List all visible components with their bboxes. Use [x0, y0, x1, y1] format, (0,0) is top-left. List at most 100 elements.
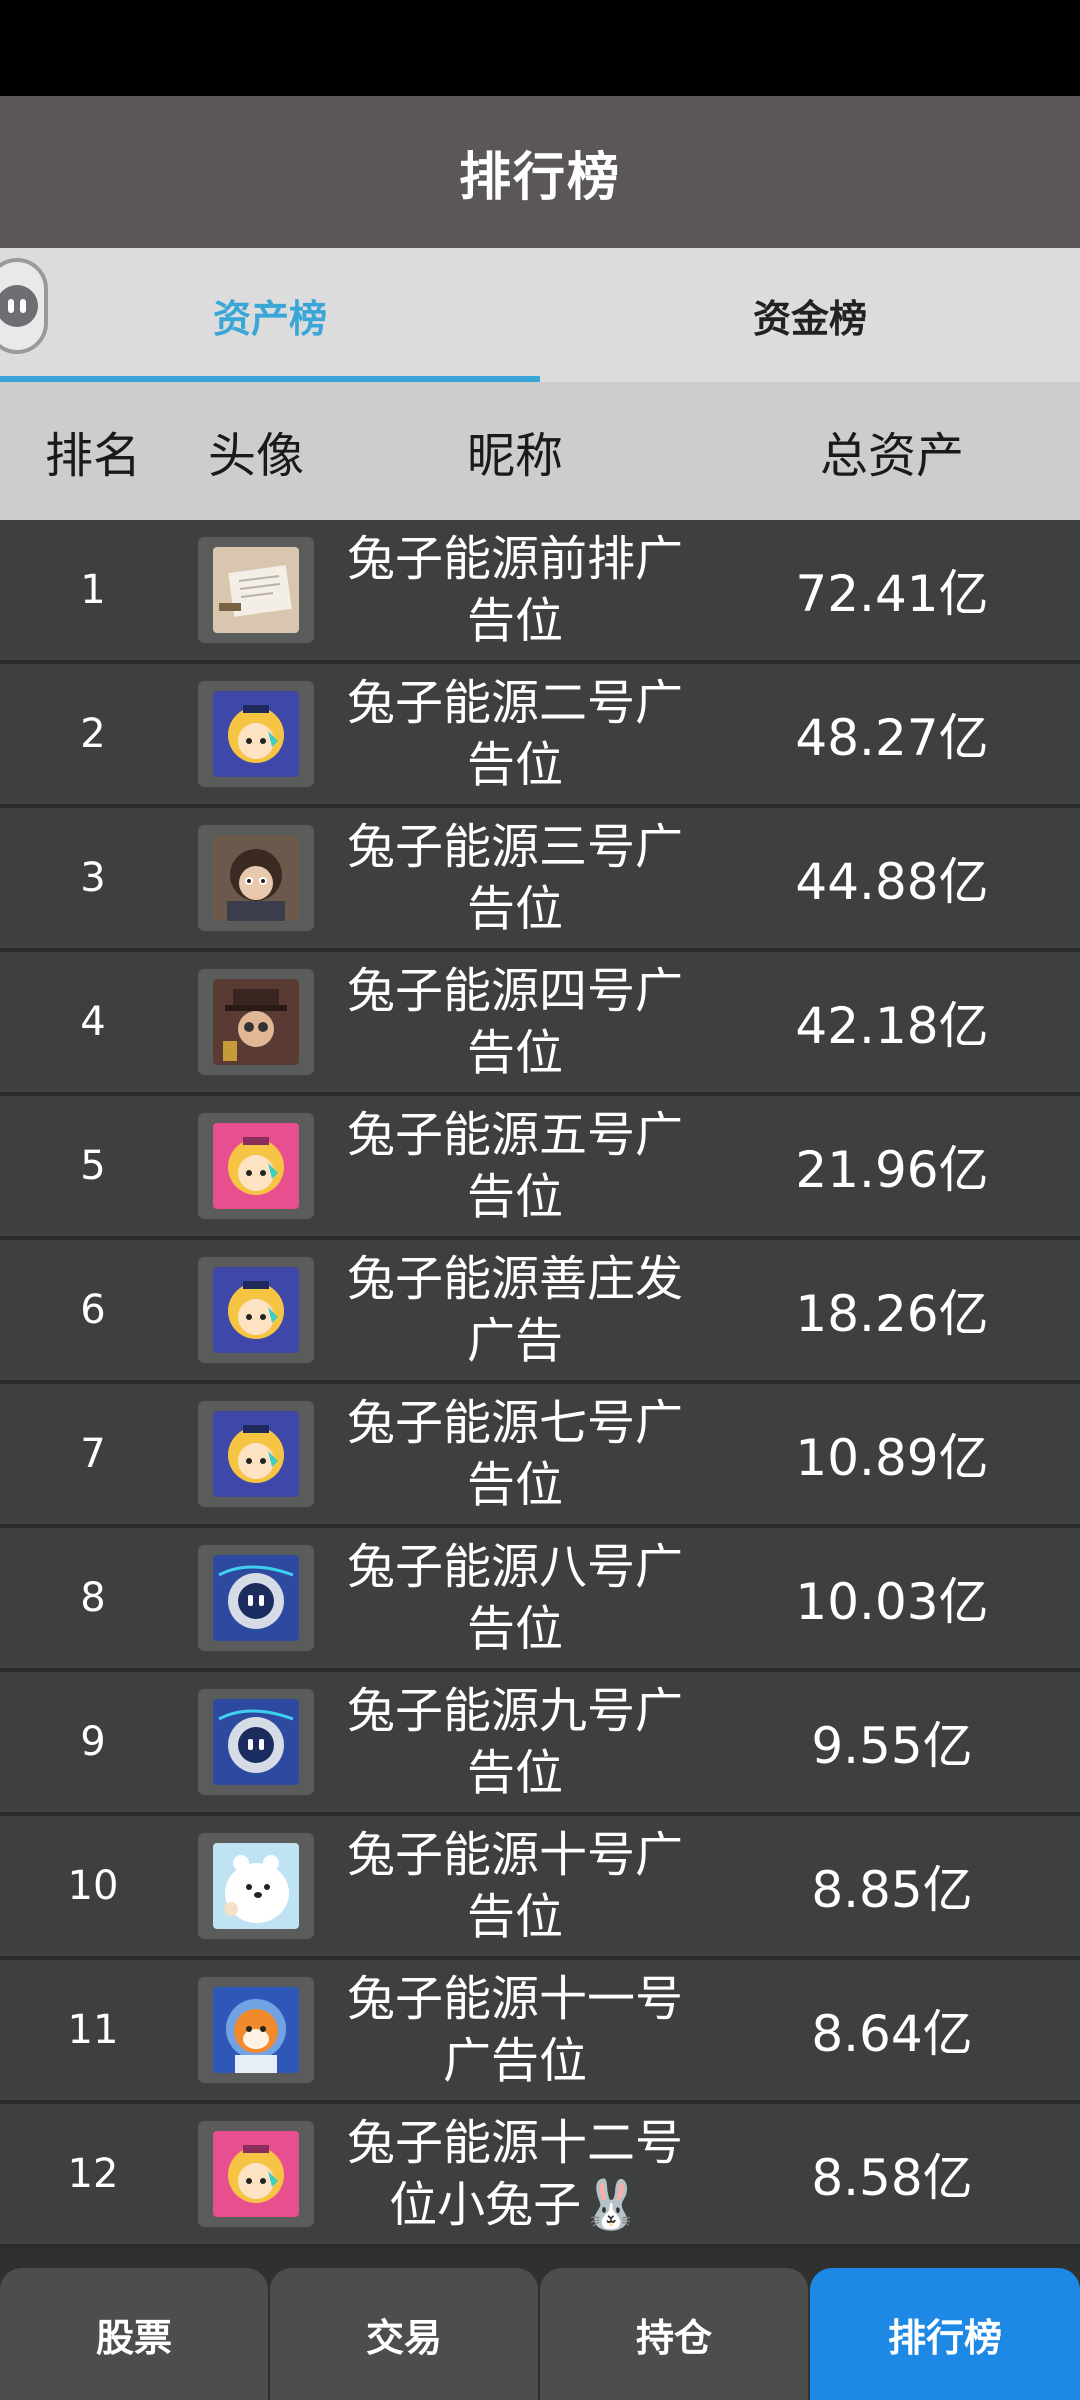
avatar[interactable]	[186, 1384, 326, 1524]
avatar[interactable]	[186, 1528, 326, 1668]
nickname: 兔子能源三号广 告位	[326, 808, 704, 948]
rank-number: 4	[80, 999, 106, 1045]
nickname-line-1: 兔子能源善庄发	[346, 1251, 683, 1307]
header-nickname: 昵称	[466, 428, 563, 484]
table-row[interactable]: 8 兔子能源八号广 告位 10.03亿	[0, 1528, 1080, 1672]
rank-number: 12	[67, 2151, 119, 2197]
table-row[interactable]: 4 兔子能源四号广 告位 42.18亿	[0, 952, 1080, 1096]
nickname-line-2: 告位	[466, 1745, 563, 1801]
avatar-frame	[198, 1545, 314, 1651]
rank-number: 3	[80, 855, 106, 901]
nickname-line-1: 兔子能源十二号	[346, 2115, 683, 2171]
floating-assistant-bubble[interactable]	[0, 258, 48, 354]
tab-funds[interactable]: 资金榜	[540, 248, 1080, 382]
nickname-line-2: 告位	[466, 1457, 563, 1513]
header-total-assets: 总资产	[819, 428, 964, 484]
tab-assets[interactable]: 资产榜	[0, 248, 540, 382]
white-bear-avatar	[213, 1843, 299, 1929]
table-row[interactable]: 3 兔子能源三号广 告位 44.88亿	[0, 808, 1080, 952]
nickname: 兔子能源十一号 广告位	[326, 1960, 704, 2100]
rank-number: 7	[80, 1431, 106, 1477]
table-row[interactable]: 1 兔子能源前排广 告位 72.41亿	[0, 520, 1080, 664]
app-header: 排行榜	[0, 96, 1080, 248]
nickname: 兔子能源十号广 告位	[326, 1816, 704, 1956]
nickname: 兔子能源五号广 告位	[326, 1096, 704, 1236]
nickname-line-2: 告位	[466, 1169, 563, 1225]
rank-number: 10	[67, 1863, 119, 1909]
nav-label: 持仓	[635, 2315, 712, 2360]
nav-leaderboard[interactable]: 排行榜	[810, 2268, 1080, 2400]
nickname-line-1: 兔子能源二号广	[346, 675, 683, 731]
table-row[interactable]: 10 兔子能源十号广 告位 8.85亿	[0, 1816, 1080, 1960]
total-assets-value: 48.27亿	[795, 709, 989, 767]
avatar[interactable]	[186, 1672, 326, 1812]
nickname-line-2: 告位	[466, 1889, 563, 1945]
total-assets-value: 42.18亿	[795, 997, 989, 1055]
table-row[interactable]: 5 兔子能源五号广 告位 21.96亿	[0, 1096, 1080, 1240]
avatar[interactable]	[186, 1960, 326, 2100]
table-row[interactable]: 2 兔子能源二号广 告位 48.27亿	[0, 664, 1080, 808]
rank-number: 11	[67, 2007, 119, 2053]
nickname-line-1: 兔子能源十一号	[346, 1971, 683, 2027]
pink-blonde-girl-avatar	[213, 2131, 299, 2217]
avatar[interactable]	[186, 2104, 326, 2244]
hat-character-avatar	[213, 979, 299, 1065]
nickname-line-1: 兔子能源前排广	[346, 531, 683, 587]
rank-number: 6	[80, 1287, 106, 1333]
total-assets-value: 9.55亿	[811, 1717, 973, 1775]
avatar[interactable]	[186, 1816, 326, 1956]
bottom-nav: 股票 交易 持仓 排行榜	[0, 2268, 1080, 2400]
avatar-frame	[198, 1689, 314, 1795]
nickname-line-1: 兔子能源七号广	[346, 1395, 683, 1451]
total-assets-value: 10.03亿	[795, 1573, 989, 1631]
avatar-frame	[198, 825, 314, 931]
nickname-line-1: 兔子能源九号广	[346, 1683, 683, 1739]
table-row[interactable]: 6 兔子能源善庄发 广告 18.26亿	[0, 1240, 1080, 1384]
nav-trade[interactable]: 交易	[270, 2268, 538, 2400]
header-rank: 排名	[44, 428, 141, 484]
header-avatar: 头像	[207, 428, 304, 484]
nav-holdings[interactable]: 持仓	[540, 2268, 808, 2400]
total-assets-value: 8.64亿	[811, 2005, 973, 2063]
nickname-line-1: 兔子能源八号广	[346, 1539, 683, 1595]
avatar[interactable]	[186, 520, 326, 660]
blonde-girl-avatar	[213, 691, 299, 777]
avatar-frame	[198, 969, 314, 1075]
nav-label: 交易	[365, 2315, 442, 2360]
nickname-line-1: 兔子能源三号广	[346, 819, 683, 875]
ranking-list: 1 兔子能源前排广 告位 72.41亿 2 兔子能源二号广 告位 48.27亿 3 兔子能源三号广…	[0, 520, 1080, 2248]
robot-avatar	[213, 1699, 299, 1785]
total-assets-value: 8.85亿	[811, 1861, 973, 1919]
avatar[interactable]	[186, 1096, 326, 1236]
nickname-line-1: 兔子能源四号广	[346, 963, 683, 1019]
nickname-line-2: 告位	[466, 1601, 563, 1657]
avatar[interactable]	[186, 952, 326, 1092]
rank-number: 8	[80, 1575, 106, 1621]
nickname-line-2: 位小兔子🐰	[389, 2177, 641, 2233]
nickname: 兔子能源前排广 告位	[326, 520, 704, 660]
rank-number: 5	[80, 1143, 106, 1189]
table-header: 排名 头像 昵称 总资产	[0, 382, 1080, 520]
blonde-girl-avatar	[213, 1411, 299, 1497]
page-title: 排行榜	[458, 147, 621, 208]
tab-label: 资产榜	[212, 296, 327, 341]
table-row[interactable]: 9 兔子能源九号广 告位 9.55亿	[0, 1672, 1080, 1816]
nickname: 兔子能源四号广 告位	[326, 952, 704, 1092]
nickname-line-2: 告位	[466, 737, 563, 793]
avatar[interactable]	[186, 808, 326, 948]
nickname: 兔子能源十二号 位小兔子🐰	[326, 2104, 704, 2244]
nickname-line-1: 兔子能源十号广	[346, 1827, 683, 1883]
table-row[interactable]: 12 兔子能源十二号 位小兔子🐰 8.58亿	[0, 2104, 1080, 2248]
nav-stocks[interactable]: 股票	[0, 2268, 268, 2400]
blonde-girl-avatar	[213, 1267, 299, 1353]
avatar[interactable]	[186, 664, 326, 804]
table-row[interactable]: 11 兔子能源十一号 广告位 8.64亿	[0, 1960, 1080, 2104]
avatar-frame	[198, 2121, 314, 2227]
avatar[interactable]	[186, 1240, 326, 1380]
nickname-line-2: 告位	[466, 593, 563, 649]
table-row[interactable]: 7 兔子能源七号广 告位 10.89亿	[0, 1384, 1080, 1528]
status-bar	[0, 0, 1080, 96]
avatar-frame	[198, 1401, 314, 1507]
avatar-frame	[198, 537, 314, 643]
nickname: 兔子能源二号广 告位	[326, 664, 704, 804]
